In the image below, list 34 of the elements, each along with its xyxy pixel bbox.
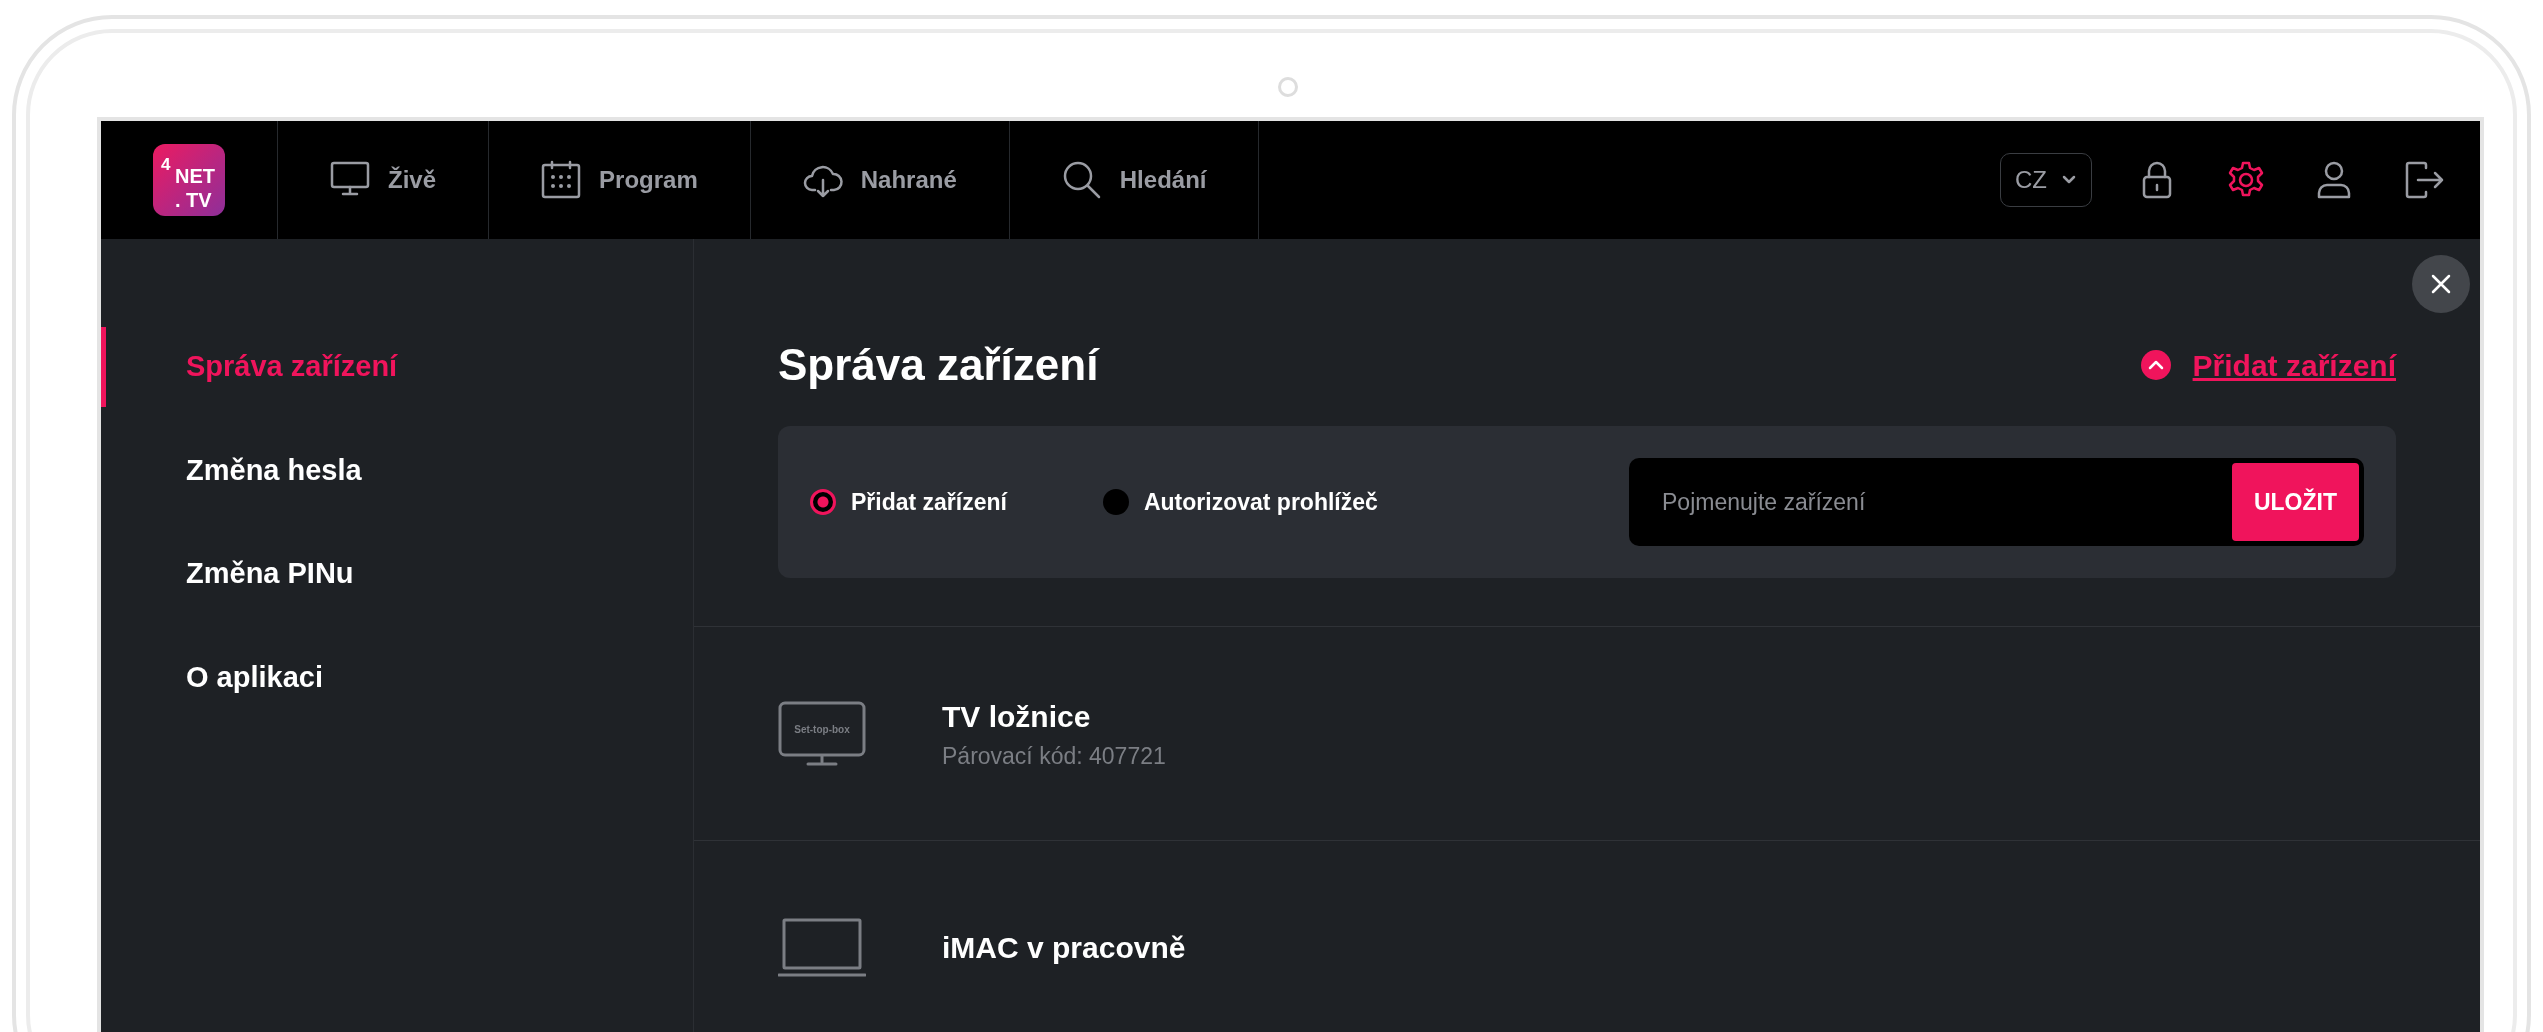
nav-tab[interactable]: Hledání	[1009, 121, 1260, 239]
nav-label: Nahrané	[860, 165, 957, 195]
logo-text: 4	[161, 156, 171, 173]
save-button[interactable]: ULOŽIT	[2231, 462, 2359, 542]
close-icon	[2430, 273, 2452, 295]
logout-icon	[2404, 160, 2444, 200]
sidebar-item[interactable]: Změna hesla	[101, 430, 693, 510]
nav-label: Živě	[388, 165, 437, 195]
camera-icon	[1278, 77, 1298, 97]
add-device-link[interactable]: Přidat zařízení	[2192, 342, 2396, 388]
logo-text: . TV	[175, 190, 212, 210]
radio-option[interactable]: Autorizovat prohlížeč	[1102, 484, 1378, 520]
nav-tab[interactable]: Živě	[278, 121, 490, 239]
calendar-icon	[541, 160, 582, 200]
logo-text: NET	[175, 166, 215, 186]
name-input-field[interactable]: Pojmenujte zařízení ULOŽIT	[1629, 457, 2364, 547]
page-title: Správa zařízení	[778, 339, 1099, 391]
nav-tab[interactable]: Program	[489, 121, 751, 239]
sidebar-item[interactable]: Změna PINu	[101, 534, 693, 614]
search-icon	[1061, 160, 1102, 200]
header-icon-button[interactable]	[2404, 160, 2444, 200]
pairing-code: Párovací kód: 407721	[942, 742, 1166, 772]
device-name: TV ložnice	[942, 699, 1092, 736]
laptop-icon	[778, 917, 866, 978]
device-name: iMAC v pracovně	[942, 930, 1186, 967]
sidebar-item[interactable]: Správa zařízení	[101, 327, 693, 407]
nav-label: Program	[599, 165, 698, 195]
sidebar-item[interactable]: O aplikaci	[101, 637, 693, 717]
nav-label: Hledání	[1119, 165, 1207, 195]
radio-option[interactable]: Přidat zařízení	[810, 484, 1007, 520]
nav-tab[interactable]: Nahrané	[750, 121, 1010, 239]
radio-dot[interactable]	[810, 489, 836, 516]
language-select[interactable]: CZ	[2000, 153, 2092, 207]
radio-dot[interactable]	[1102, 489, 1129, 516]
